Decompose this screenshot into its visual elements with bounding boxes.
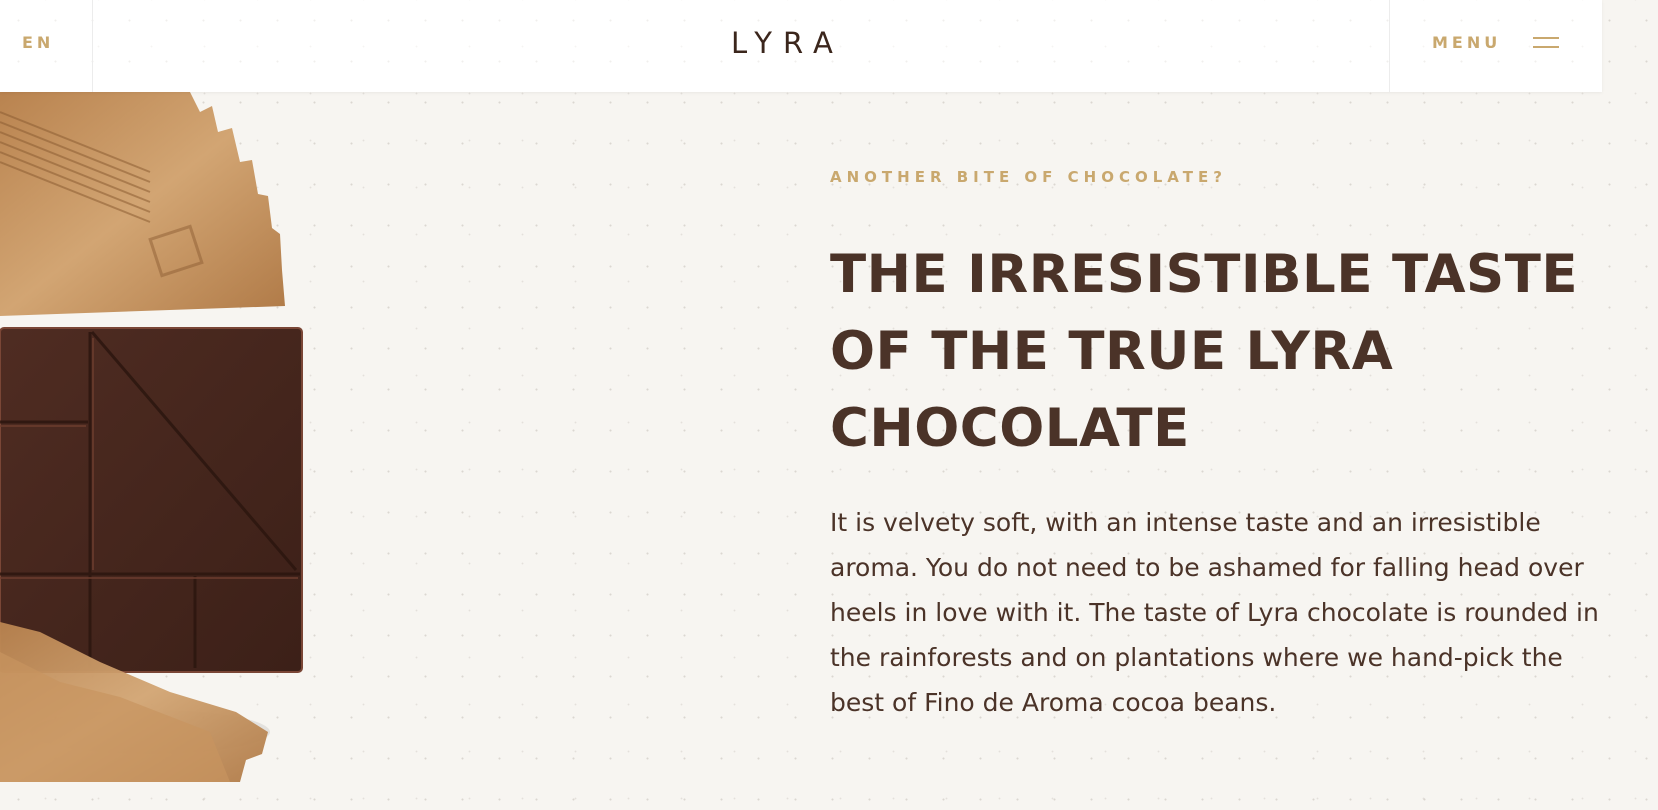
hamburger-icon[interactable]	[1533, 33, 1559, 49]
language-label[interactable]: EN	[22, 33, 54, 52]
language-switcher[interactable]: EN	[0, 0, 93, 92]
site-header: EN LYRA MENU	[0, 0, 1602, 92]
page-title: THE IRRESISTIBLE TASTE OF THE TRUE LYRA …	[830, 244, 1579, 459]
intro-paragraph: It is velvety soft, with an intense tast…	[830, 508, 1599, 717]
menu-button[interactable]: MENU	[1389, 0, 1602, 92]
logo[interactable]: LYRA	[731, 26, 844, 60]
chocolate-bar-image	[0, 92, 310, 782]
menu-label[interactable]: MENU	[1432, 33, 1501, 52]
section-eyebrow: ANOTHER BITE OF CHOCOLATE?	[830, 168, 1227, 186]
